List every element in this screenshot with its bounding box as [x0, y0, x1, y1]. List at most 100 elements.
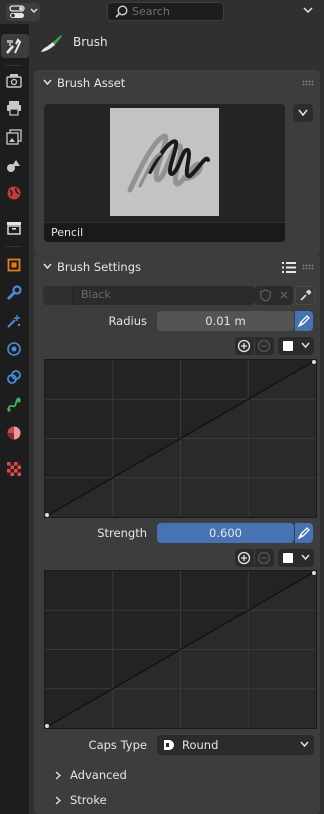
tab-world[interactable]	[2, 181, 26, 205]
radius-pressure-toggle[interactable]	[295, 311, 313, 331]
panel-title: Brush Asset	[57, 76, 126, 90]
object-icon	[7, 258, 21, 272]
subpanel-advanced[interactable]: Advanced	[55, 768, 157, 784]
panel-title: Brush Settings	[57, 260, 142, 274]
tab-collection[interactable]	[2, 216, 26, 240]
shield-icon[interactable]	[259, 289, 272, 302]
context-title: Brush	[73, 35, 108, 49]
physics-icon	[7, 342, 21, 356]
pencil-stroke-preview-icon	[127, 133, 210, 193]
tab-data[interactable]	[2, 393, 26, 417]
tab-render[interactable]	[2, 69, 26, 93]
constraints-icon	[7, 370, 21, 384]
curve-preset-dropdown[interactable]	[278, 337, 314, 355]
radius-label: Radius	[108, 314, 147, 328]
tab-modifier[interactable]	[2, 281, 26, 305]
radius-curve-toolbar	[235, 337, 315, 355]
pen-pressure-icon	[298, 315, 310, 327]
subpanel-stroke[interactable]: Stroke	[55, 793, 157, 809]
editor-type-selector[interactable]	[6, 3, 40, 21]
data-icon	[7, 397, 21, 412]
zoom-out-button[interactable]	[255, 549, 274, 567]
zoom-in-button[interactable]	[235, 337, 254, 355]
color-selector[interactable]: Black	[43, 286, 255, 305]
tab-view-layer[interactable]	[2, 125, 26, 149]
eyedropper-button[interactable]	[295, 286, 315, 305]
strength-falloff-curve[interactable]	[44, 570, 317, 729]
zoom-in-button[interactable]	[235, 549, 254, 567]
header-options-chevron-icon[interactable]	[302, 4, 314, 16]
curve-graph	[44, 359, 317, 518]
curve-preset-dropdown[interactable]	[278, 549, 314, 567]
list-menu-icon[interactable]	[282, 261, 296, 274]
properties-editor-icon	[9, 5, 25, 18]
color-name: Black	[81, 288, 111, 301]
drag-handle-icon[interactable]	[302, 80, 314, 86]
strength-label: Strength	[97, 526, 147, 540]
brush-thumbnail	[110, 108, 219, 216]
caps-type-dropdown[interactable]: Round	[157, 735, 314, 755]
handle-type-icon	[283, 553, 293, 563]
search-icon	[115, 5, 128, 18]
strength-pressure-toggle[interactable]	[295, 523, 313, 543]
texture-icon	[7, 462, 21, 476]
context-header: Brush	[29, 24, 324, 68]
world-icon	[7, 186, 21, 200]
particles-icon	[7, 315, 21, 328]
tab-texture[interactable]	[2, 457, 26, 481]
tab-scene[interactable]	[2, 153, 26, 177]
brush-asset-panel: Brush Asset Pencil	[34, 70, 320, 254]
caps-type-value: Round	[182, 738, 219, 752]
brush-icon	[41, 35, 62, 52]
chevron-down-icon	[43, 263, 52, 270]
color-fake-user-and-unlink	[255, 286, 293, 305]
brush-settings-panel-header[interactable]: Brush Settings	[34, 254, 320, 280]
radius-field[interactable]: 0.01 m	[157, 311, 294, 331]
modifier-icon	[6, 285, 22, 301]
curve-graph	[44, 570, 317, 729]
chevron-down-icon	[301, 554, 310, 561]
tab-tool[interactable]	[1, 34, 29, 58]
round-cap-icon	[164, 740, 174, 750]
properties-content: Brush Brush Asset Pencil Brush Settings …	[29, 24, 324, 814]
tab-material[interactable]	[2, 421, 26, 445]
zoom-in-icon	[237, 339, 251, 353]
chevron-down-icon	[300, 741, 309, 748]
properties-header: Search	[0, 0, 324, 24]
zoom-in-icon	[237, 551, 251, 565]
tab-output[interactable]	[2, 96, 26, 120]
search-placeholder: Search	[132, 5, 170, 18]
material-icon	[7, 426, 21, 440]
tab-constraints[interactable]	[2, 365, 26, 389]
chevron-down-icon	[298, 109, 308, 117]
collection-icon	[7, 222, 21, 235]
chevron-down-icon	[301, 342, 310, 349]
output-icon	[7, 101, 21, 116]
caps-type-label: Caps Type	[88, 738, 147, 752]
zoom-out-icon	[257, 339, 271, 353]
tool-icon	[6, 38, 22, 54]
brush-asset-panel-header[interactable]: Brush Asset	[34, 70, 320, 96]
tab-object[interactable]	[2, 253, 26, 277]
pen-pressure-icon	[298, 527, 310, 539]
chevron-right-icon	[55, 771, 61, 780]
subpanel-label: Stroke	[70, 793, 107, 807]
subpanel-label: Advanced	[70, 768, 127, 782]
zoom-out-button[interactable]	[255, 337, 274, 355]
chevron-down-icon	[43, 79, 52, 86]
property-tabs	[0, 24, 29, 814]
radius-falloff-curve[interactable]	[44, 359, 317, 518]
close-icon[interactable]	[279, 290, 289, 300]
tab-particles[interactable]	[2, 309, 26, 333]
asset-dropdown-button[interactable]	[293, 104, 313, 122]
tab-physics[interactable]	[2, 337, 26, 361]
brush-asset-preview[interactable]: Pencil	[44, 104, 285, 242]
chevron-down-icon	[30, 8, 38, 13]
view-layer-icon	[6, 129, 22, 145]
color-swatch[interactable]	[43, 286, 73, 305]
chevron-right-icon	[55, 796, 61, 805]
search-input[interactable]: Search	[107, 2, 224, 21]
scene-icon	[7, 160, 20, 172]
drag-handle-icon[interactable]	[302, 264, 314, 270]
strength-field[interactable]: 0.600	[157, 523, 294, 543]
